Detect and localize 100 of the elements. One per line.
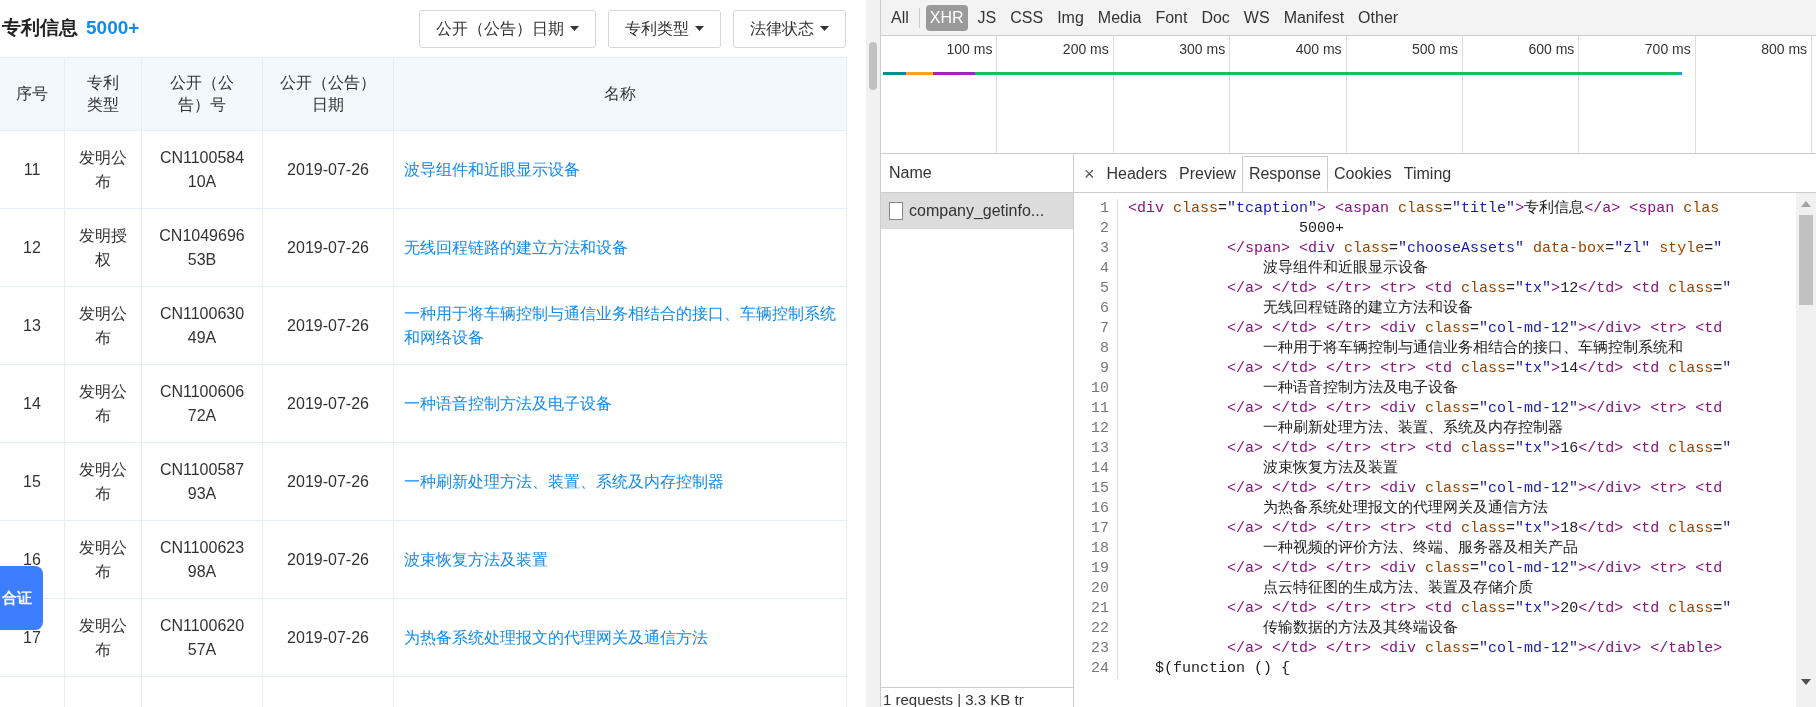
patent-name-link[interactable]: 一种语音控制方法及电子设备 <box>404 391 612 416</box>
scroll-down-icon[interactable] <box>1801 679 1811 685</box>
page-scrollbar[interactable] <box>866 0 880 707</box>
filter-tab[interactable]: WS <box>1239 4 1274 31</box>
code-line: </a> </td> </tr> <tr> <td class="tx">18</td> <td class=" <box>1226 519 1732 539</box>
line-number: 9 <box>1074 359 1118 379</box>
table-cell-text: 2019-07-26 <box>287 393 369 414</box>
code-line: 波束恢复方法及装置 <box>1262 459 1399 479</box>
patent-name-link[interactable]: 无线回程链路的建立方法和设备 <box>404 235 628 260</box>
tick-label: 600 ms <box>1528 40 1575 58</box>
line-number: 16 <box>1074 499 1118 519</box>
tick-label: 300 ms <box>1179 40 1226 58</box>
line-number: 24 <box>1074 659 1118 679</box>
filter-tab[interactable]: All <box>887 4 913 31</box>
code-scrollbar[interactable] <box>1796 193 1816 707</box>
line-number: 6 <box>1074 299 1118 319</box>
code-line: $(function () { <box>1154 659 1291 679</box>
code-line: </a> </td> </tr> <div class="col-md-12"></div> <tr> <td <box>1226 479 1723 499</box>
tab[interactable]: Cookies <box>1327 156 1398 192</box>
code-line: 为热备系统处理报文的代理网关及通信方法 <box>1262 499 1549 519</box>
close-button[interactable]: × <box>1078 156 1101 192</box>
tab[interactable]: Timing <box>1397 156 1458 192</box>
line-number: 21 <box>1074 599 1118 619</box>
table-cell-text: 2019-07-26 <box>287 549 369 570</box>
table-cell-text: 2019-07-26 <box>287 315 369 336</box>
tick-label: 500 ms <box>1412 40 1458 58</box>
code-line: </a> </td> </tr> <tr> <td class="tx">16</td> <td class=" <box>1226 439 1732 459</box>
line-number: 14 <box>1074 459 1118 479</box>
line-number: 19 <box>1074 559 1118 579</box>
filter-tab[interactable]: Font <box>1151 4 1192 31</box>
line-number: 8 <box>1074 339 1118 359</box>
table-cell-text: 发明公布 <box>78 147 128 192</box>
filter-tab[interactable]: Manifest <box>1279 4 1349 31</box>
table-cell-text: 发明公布 <box>78 303 128 348</box>
table-cell-text: CN110058793A <box>158 459 246 504</box>
code-line: </span> <div class="chooseAssets" data-box="zl" style=" <box>1226 239 1723 259</box>
table-cell-text: 发明公布 <box>78 537 128 582</box>
patent-name-link[interactable]: 为热备系统处理报文的代理网关及通信方法 <box>404 625 708 650</box>
code-line: 一种用于将车辆控制与通信业务相结合的接口、车辆控制系统和 <box>1262 339 1684 359</box>
tick-label: 800 ms <box>1761 40 1808 58</box>
request-row[interactable]: company_getinfo... <box>881 193 1073 229</box>
filter-tab[interactable]: CSS <box>1006 4 1048 31</box>
table-cell-text: 14 <box>23 393 41 414</box>
patent-name-link[interactable]: 波导组件和近眼显示设备 <box>404 157 580 182</box>
tab[interactable]: Preview <box>1173 156 1242 192</box>
table-cell-text: CN110060672A <box>158 381 246 426</box>
table-cell-text: CN110062398A <box>158 537 246 582</box>
code-line: 5000+ <box>1298 219 1345 239</box>
code-line: 无线回程链路的建立方法和设备 <box>1262 299 1474 319</box>
line-number: 23 <box>1074 639 1118 659</box>
tab[interactable]: Headers <box>1100 156 1173 192</box>
filter-tab[interactable]: JS <box>973 4 1001 31</box>
code-line: 一种刷新处理方法、装置、系统及内存控制器 <box>1262 419 1564 439</box>
line-number: 15 <box>1074 479 1118 499</box>
table-cell-text: 11 <box>23 159 41 180</box>
file-icon <box>889 202 903 220</box>
table-cell-text: CN110062057A <box>158 615 246 660</box>
line-number: 1 <box>1074 199 1118 219</box>
table-cell-text: 17 <box>23 627 41 648</box>
filter-tab[interactable]: Other <box>1354 4 1403 31</box>
section-title: 专利信息 <box>2 16 78 41</box>
column-header: 公开（公告）号 <box>169 73 235 115</box>
code-line: </a> </td> </tr> <tr> <td class="tx">12</td> <td class=" <box>1226 279 1732 299</box>
filter-dropdown[interactable]: 公开（公告）日期 <box>419 9 596 48</box>
line-number: 22 <box>1074 619 1118 639</box>
table-cell-text: 13 <box>23 315 41 336</box>
table-cell-text: 15 <box>23 471 41 492</box>
line-number: 5 <box>1074 279 1118 299</box>
column-header: 名称 <box>604 84 636 104</box>
table-cell-text: 2019-07-26 <box>287 237 369 258</box>
code-line: </a> </td> </tr> <tr> <td class="tx">20</td> <td class=" <box>1226 599 1732 619</box>
patent-name-link[interactable]: 一种用于将车辆控制与通信业务相结合的接口、车辆控制系统和网络设备 <box>404 301 836 350</box>
tab[interactable]: Response <box>1241 156 1328 192</box>
tick-label: 100 ms <box>946 40 993 58</box>
side-badge[interactable]: 合证 <box>0 566 43 630</box>
table-cell-text: 2019-07-26 <box>287 471 369 492</box>
filter-tab[interactable]: Media <box>1093 4 1146 31</box>
caret-icon <box>820 26 829 31</box>
table-cell-text: 2019-07-26 <box>287 159 369 180</box>
filter-tab[interactable]: Doc <box>1197 4 1234 31</box>
line-number: 18 <box>1074 539 1118 559</box>
scroll-up-icon[interactable] <box>1801 201 1811 207</box>
table-cell-text: CN110063049A <box>158 303 246 348</box>
caret-icon <box>695 26 704 31</box>
patent-name-link[interactable]: 一种刷新处理方法、装置、系统及内存控制器 <box>404 469 724 494</box>
line-number: 12 <box>1074 419 1118 439</box>
patent-name-link[interactable]: 波束恢复方法及装置 <box>404 547 548 572</box>
column-header: 公开（公告）日期 <box>279 73 377 115</box>
column-header: 专利类型 <box>86 73 120 115</box>
filter-dropdown[interactable]: 专利类型 <box>608 9 721 48</box>
line-number: 20 <box>1074 579 1118 599</box>
code-line: </a> </td> </tr> <div class="col-md-12"></div> <tr> <td <box>1226 559 1723 579</box>
filter-tab[interactable]: Img <box>1053 4 1088 31</box>
filter-dropdown[interactable]: 法律状态 <box>733 9 846 48</box>
line-number: 7 <box>1074 319 1118 339</box>
table-cell-text: 2019-07-26 <box>287 627 369 648</box>
line-number: 17 <box>1074 519 1118 539</box>
table-cell-text: 12 <box>23 237 41 258</box>
scrollbar-thumb[interactable] <box>1799 215 1813 305</box>
code-line: 一种视频的评价方法、终端、服务器及相关产品 <box>1262 539 1579 559</box>
